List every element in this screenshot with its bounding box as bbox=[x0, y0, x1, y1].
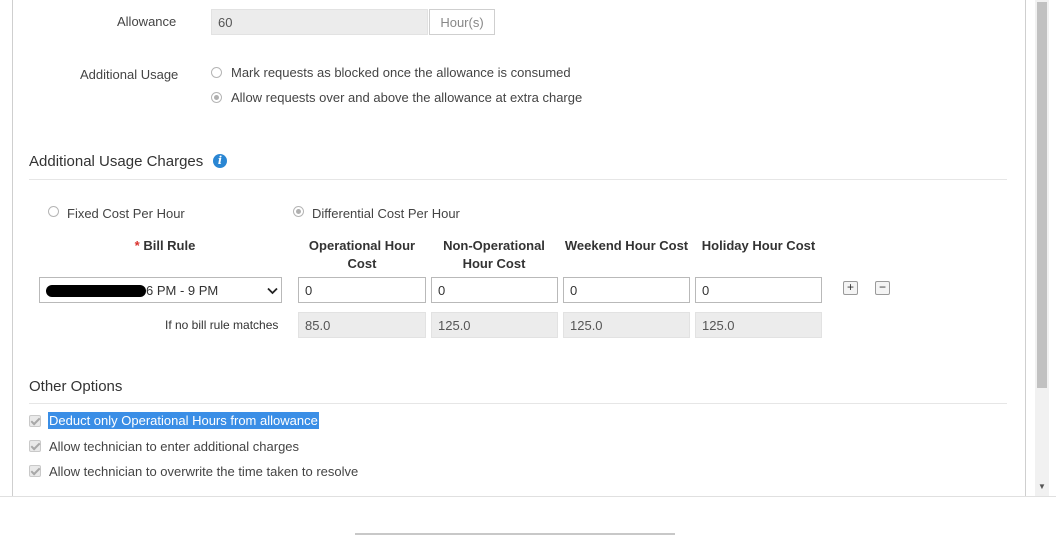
other-options-divider bbox=[29, 403, 1007, 404]
col-bill-rule-label: Bill Rule bbox=[143, 238, 196, 253]
allowance-label: Allowance bbox=[117, 14, 177, 29]
col-non-operational: Non-Operational Hour Cost bbox=[443, 238, 545, 271]
scroll-down-arrow-icon[interactable]: ▼ bbox=[1038, 482, 1046, 491]
checkbox-overwrite-time-label: Allow technician to overwrite the time t… bbox=[49, 464, 359, 479]
weekend-cost-input[interactable]: 0 bbox=[563, 277, 690, 303]
radio-differential-cost[interactable] bbox=[293, 206, 304, 217]
bill-rule-select[interactable]: 6 PM - 9 PM bbox=[39, 277, 282, 303]
radio-differential-cost-label: Differential Cost Per Hour bbox=[312, 206, 460, 221]
operational-cost-input[interactable]: 0 bbox=[298, 277, 426, 303]
fallback-operational: 85.0 bbox=[298, 312, 426, 338]
fallback-holiday: 125.0 bbox=[695, 312, 822, 338]
add-row-button[interactable]: + bbox=[843, 281, 858, 295]
charges-section-title: Additional Usage Charges bbox=[29, 153, 204, 170]
chevron-down-icon bbox=[267, 287, 278, 295]
fallback-weekend: 125.0 bbox=[563, 312, 690, 338]
checkbox-overwrite-time[interactable] bbox=[29, 465, 41, 477]
radio-fixed-cost[interactable] bbox=[48, 206, 59, 217]
scrollbar-thumb[interactable] bbox=[1037, 2, 1047, 388]
footer-bar bbox=[0, 496, 1056, 539]
charges-divider bbox=[29, 179, 1007, 180]
fallback-label: If no bill rule matches bbox=[165, 318, 279, 332]
other-options-title: Other Options bbox=[29, 378, 123, 395]
non-operational-cost-input[interactable]: 0 bbox=[431, 277, 558, 303]
additional-usage-label: Additional Usage bbox=[80, 67, 179, 82]
checkbox-deduct-operational[interactable] bbox=[29, 415, 41, 427]
radio-extra-charge[interactable] bbox=[211, 92, 222, 103]
col-operational: Operational Hour Cost bbox=[308, 238, 416, 271]
info-icon[interactable]: i bbox=[213, 154, 227, 168]
col-bill-rule: * Bill Rule bbox=[110, 237, 220, 255]
col-holiday: Holiday Hour Cost bbox=[701, 238, 816, 253]
holiday-cost-input[interactable]: 0 bbox=[695, 277, 822, 303]
vertical-scrollbar[interactable]: ▼ bbox=[1035, 0, 1049, 496]
checkbox-additional-charges-label: Allow technician to enter additional cha… bbox=[49, 439, 300, 454]
allowance-field[interactable]: 60 bbox=[211, 9, 428, 35]
bill-rule-value: 6 PM - 9 PM bbox=[146, 283, 219, 298]
col-weekend: Weekend Hour Cost bbox=[564, 238, 689, 253]
radio-extra-charge-label: Allow requests over and above the allowa… bbox=[231, 90, 583, 105]
fallback-non-operational: 125.0 bbox=[431, 312, 558, 338]
redacted-text bbox=[46, 285, 146, 297]
required-marker: * bbox=[134, 238, 140, 253]
radio-block-requests[interactable] bbox=[211, 67, 222, 78]
footer-divider bbox=[355, 533, 675, 535]
checkbox-deduct-operational-label: Deduct only Operational Hours from allow… bbox=[48, 412, 319, 429]
allowance-unit: Hour(s) bbox=[429, 9, 495, 35]
radio-block-requests-label: Mark requests as blocked once the allowa… bbox=[231, 65, 571, 80]
remove-row-button[interactable]: − bbox=[875, 281, 890, 295]
radio-fixed-cost-label: Fixed Cost Per Hour bbox=[67, 206, 185, 221]
checkbox-additional-charges[interactable] bbox=[29, 440, 41, 452]
